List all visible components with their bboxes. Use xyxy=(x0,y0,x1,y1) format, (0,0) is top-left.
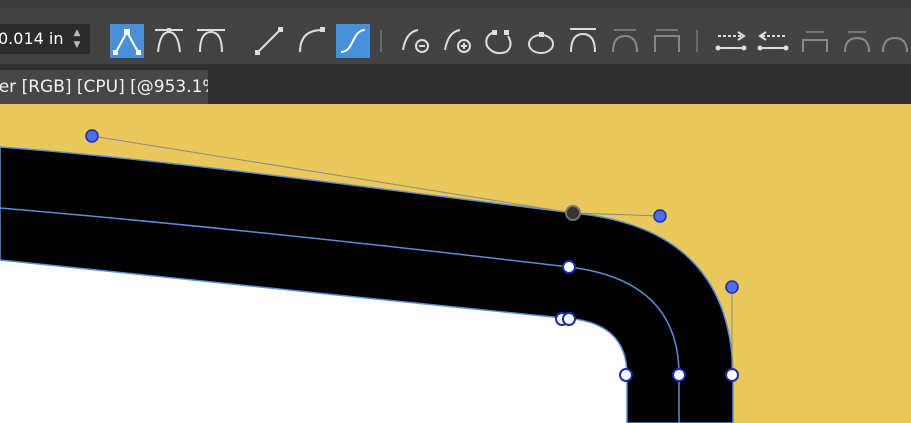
to-curve-button[interactable] xyxy=(294,24,328,58)
elastic-mode-icon xyxy=(882,36,908,53)
drawing-canvas[interactable] xyxy=(0,104,911,423)
toolbar-divider xyxy=(380,30,382,52)
break-curve-icon xyxy=(528,32,554,54)
control-point-handle[interactable] xyxy=(85,129,99,143)
elastic-mode-button[interactable] xyxy=(878,24,911,58)
stretch-nodes-button[interactable] xyxy=(608,24,642,58)
to-line-button[interactable] xyxy=(252,24,286,58)
s-curve-button[interactable] xyxy=(336,24,370,58)
path-node[interactable] xyxy=(562,312,576,326)
align-nodes-icon xyxy=(802,31,828,52)
symmetrical-node-icon xyxy=(197,29,225,53)
align-nodes-button[interactable] xyxy=(798,24,832,58)
path-node[interactable] xyxy=(562,260,576,274)
outline-width-value[interactable]: 0.014 in xyxy=(0,29,63,48)
extend-curve-icon xyxy=(570,28,596,53)
document-tab-title: ler [RGB] [CPU] [@953.1%] xyxy=(0,77,208,97)
smooth-node-button[interactable] xyxy=(152,24,186,58)
node-property-bar: 0.014 in ▲ ▼ xyxy=(0,8,911,64)
s-curve-icon xyxy=(340,29,366,53)
add-node-button[interactable] xyxy=(440,24,474,58)
extract-subpath-icon xyxy=(757,31,789,51)
cusp-node-icon xyxy=(113,29,141,55)
extract-subpath-button[interactable] xyxy=(756,24,790,58)
line-segment-icon xyxy=(255,27,283,55)
reflect-nodes-icon xyxy=(844,31,870,53)
spin-up-icon[interactable]: ▲ xyxy=(70,27,84,39)
join-nodes-icon xyxy=(485,30,512,55)
stretch-nodes-icon xyxy=(612,29,638,53)
add-node-icon xyxy=(444,29,471,53)
delete-node-button[interactable] xyxy=(398,24,432,58)
extend-curve-button[interactable] xyxy=(566,24,600,58)
top-menu-strip xyxy=(0,0,911,8)
outline-width-spinner[interactable]: 0.014 in ▲ ▼ xyxy=(0,24,90,54)
smooth-node-icon xyxy=(155,28,183,53)
path-node[interactable] xyxy=(619,368,633,382)
toolbar-divider xyxy=(696,30,698,52)
rotate-nodes-icon xyxy=(654,29,680,52)
path-node[interactable] xyxy=(725,368,739,382)
selected-node[interactable] xyxy=(565,205,581,221)
drawing-surface[interactable] xyxy=(0,104,911,423)
control-point-handle[interactable] xyxy=(653,209,667,223)
delete-node-icon xyxy=(402,29,429,53)
cusp-node-button[interactable] xyxy=(110,24,144,58)
reverse-direction-button[interactable] xyxy=(714,24,748,58)
spin-down-icon[interactable]: ▼ xyxy=(70,39,84,51)
document-tab[interactable]: ler [RGB] [CPU] [@953.1%] xyxy=(0,70,208,104)
control-point-handle[interactable] xyxy=(725,280,739,294)
path-node[interactable] xyxy=(672,368,686,382)
break-curve-button[interactable] xyxy=(524,24,558,58)
rotate-nodes-button[interactable] xyxy=(650,24,684,58)
join-nodes-button[interactable] xyxy=(482,24,516,58)
reflect-nodes-button[interactable] xyxy=(840,24,874,58)
reverse-direction-icon xyxy=(715,31,747,51)
document-tab-bar: ler [RGB] [CPU] [@953.1%] xyxy=(0,64,911,104)
symmetrical-node-button[interactable] xyxy=(194,24,228,58)
curve-segment-icon xyxy=(299,27,325,53)
